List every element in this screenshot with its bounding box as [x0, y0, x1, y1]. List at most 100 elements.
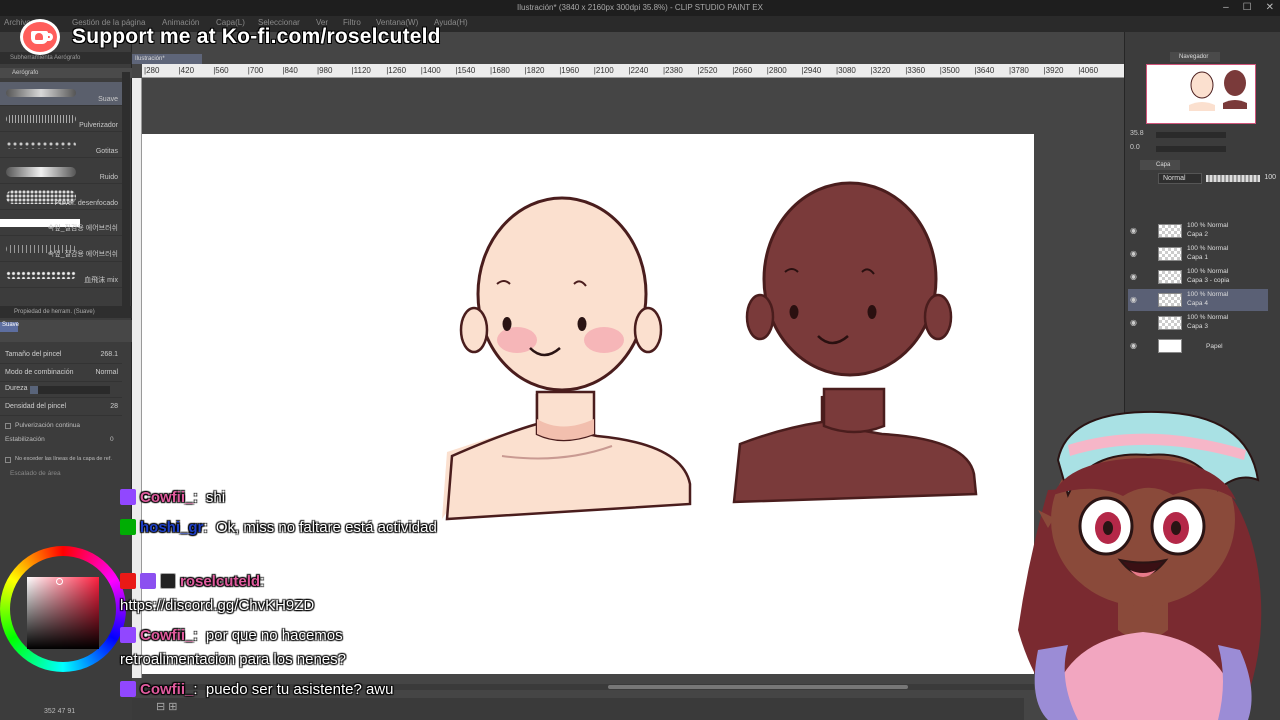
brush-stroke-preview: [6, 141, 76, 149]
tool-property-chip: Suave: [0, 322, 19, 332]
layer-opacity-value[interactable]: 100: [1264, 174, 1276, 181]
layer-row[interactable]: ◉ 100 % Normal Capa 3 - copia: [1128, 266, 1268, 288]
brush-name: Ruido: [99, 174, 118, 181]
ruler-tick-label: |3360: [905, 66, 926, 75]
layer-tab[interactable]: Capa: [1140, 160, 1180, 170]
zoom-row[interactable]: 35.8: [1130, 130, 1275, 140]
layer-name: Capa 3 - copia: [1187, 277, 1230, 284]
eye-icon[interactable]: ◉: [1130, 226, 1137, 235]
zoom-value[interactable]: 35.8: [1130, 130, 1144, 137]
layer-row-selected[interactable]: ◉ 100 % Normal Capa 4: [1128, 289, 1268, 311]
blend-mode-value[interactable]: Normal: [95, 369, 118, 376]
zoom-slider[interactable]: [1156, 132, 1226, 138]
layer-thumbnail: [1158, 316, 1182, 330]
ruler-tick-label: |980: [317, 66, 333, 75]
stabilization-value[interactable]: 0: [110, 436, 114, 443]
layer-row[interactable]: ◉ 100 % Normal Capa 2: [1128, 220, 1268, 242]
chat-message: hoshi_gr: Ok, miss no faltare está activ…: [120, 516, 440, 540]
stabilization-label: Estabilización: [5, 436, 45, 443]
check-badge-icon: [120, 519, 136, 535]
area-scale-row[interactable]: Escalado de área: [0, 468, 122, 482]
brush-name: Pulver. desenfocado: [54, 200, 118, 207]
navigator-tab[interactable]: Navegador: [1170, 52, 1220, 62]
density-value[interactable]: 28: [110, 403, 118, 410]
brush-item[interactable]: Pulverizador: [0, 108, 122, 132]
brush-size-row[interactable]: Tamaño del pincel 268.1: [0, 348, 122, 364]
brush-item[interactable]: Ruido: [0, 160, 122, 184]
brush-item[interactable]: 속잎_질감용 에어브러쉬: [0, 238, 122, 262]
eye-icon[interactable]: ◉: [1130, 249, 1137, 258]
chat-message: Cowfii_: shi: [120, 486, 440, 510]
brush-item[interactable]: Pulver. desenfocado: [0, 186, 122, 210]
maximize-button[interactable]: ☐: [1243, 0, 1252, 16]
chat-username: hoshi_gr: [140, 519, 204, 536]
ruler-tick-label: |700: [247, 66, 264, 75]
continuous-spray-checkbox[interactable]: [5, 423, 11, 429]
ruler-tick-label: |1260: [386, 66, 407, 75]
chat-message: Cowfii_: por que no hacemos retroaliment…: [120, 627, 346, 668]
ruler-tick-label: |2940: [801, 66, 822, 75]
vtuber-avatar: [1008, 400, 1280, 720]
chat-message: roselcuteld: https://discord.gg/ChvKH9ZD: [120, 573, 315, 614]
ruler-tick-label: |3220: [870, 66, 891, 75]
ruler-tick-label: |4060: [1078, 66, 1099, 75]
rotation-row[interactable]: 0.0: [1130, 144, 1275, 154]
broadcaster-badge-icon: [120, 573, 136, 589]
subscriber-badge-icon: [120, 681, 136, 697]
close-button[interactable]: ✕: [1266, 0, 1274, 16]
ruler-tick-label: |3080: [836, 66, 856, 75]
ruler-tick-label: |1960: [559, 66, 580, 75]
ruler-tick-label: |840: [282, 66, 298, 75]
rotation-slider[interactable]: [1156, 146, 1226, 152]
ruler-tick-label: |1820: [524, 66, 545, 75]
navigator-preview-art: [1189, 70, 1247, 111]
document-tab[interactable]: Ilustración*: [132, 54, 202, 64]
layer-row[interactable]: ◉ 100 % Normal Capa 3: [1128, 312, 1268, 334]
continuous-spray-row[interactable]: Pulverización continua: [0, 420, 122, 434]
kofi-text: Support me at Ko-fi.com/roselcuteld: [72, 25, 441, 48]
hardness-fill: [30, 386, 38, 394]
ruler-tick-label: |420: [178, 66, 195, 75]
brush-item[interactable]: 속잎_질감용 에어브러쉬: [0, 212, 122, 236]
brush-stroke-preview: [6, 89, 76, 97]
stabilization-row[interactable]: Estabilización 0: [0, 434, 122, 448]
eye-icon[interactable]: ◉: [1130, 318, 1137, 327]
kofi-cup-icon: [20, 19, 60, 55]
layer-opacity-slider[interactable]: [1206, 175, 1260, 182]
chat-text: puedo ser tu asistente? awu: [205, 681, 394, 698]
layer-name: Capa 3: [1187, 323, 1208, 330]
chat-text: Ok, miss no faltare está actividad: [215, 519, 437, 536]
chat-username: Cowfii_: [140, 681, 194, 698]
density-row[interactable]: Densidad del pincel 28: [0, 400, 122, 416]
brush-item[interactable]: Suave: [0, 82, 122, 106]
navigator-preview[interactable]: [1146, 64, 1256, 124]
ref-layer-label: No exceder las líneas de la capa de ref.: [15, 456, 112, 462]
layer-row[interactable]: ◉ 100 % Normal Capa 1: [1128, 243, 1268, 265]
color-picker-cursor[interactable]: [56, 578, 63, 585]
brush-size-value[interactable]: 268.1: [100, 351, 118, 358]
ref-layer-row[interactable]: No exceder las líneas de la capa de ref.: [0, 454, 122, 468]
ref-layer-checkbox[interactable]: [5, 457, 11, 463]
eye-icon[interactable]: ◉: [1130, 341, 1137, 350]
eye-icon[interactable]: ◉: [1130, 295, 1137, 304]
subscriber-badge-icon: [120, 627, 136, 643]
hardness-slider[interactable]: [30, 386, 110, 394]
rotation-value[interactable]: 0.0: [1130, 144, 1140, 151]
minimize-button[interactable]: –: [1223, 0, 1229, 16]
layer-row[interactable]: ◉ Papel: [1128, 335, 1268, 357]
subtool-group[interactable]: Aerógrafo: [0, 68, 132, 78]
scroll-thumb[interactable]: [608, 685, 908, 689]
window-title: Ilustración* (3840 x 2160px 300dpi 35.8%…: [517, 3, 763, 12]
eye-icon[interactable]: ◉: [1130, 272, 1137, 281]
saturation-value-square[interactable]: [27, 577, 99, 649]
layer-name: Papel: [1206, 343, 1223, 350]
ruler-tick-label: |2800: [766, 66, 787, 75]
app-window: Ilustración* (3840 x 2160px 300dpi 35.8%…: [0, 0, 1280, 720]
blend-mode-row[interactable]: Modo de combinación Normal: [0, 366, 122, 382]
panel-scrollbar[interactable]: [122, 72, 130, 312]
layer-blend-select[interactable]: Normal: [1158, 173, 1202, 184]
layer-mode: 100 % Normal: [1187, 314, 1229, 321]
hardness-row[interactable]: Dureza: [0, 382, 122, 398]
brush-item[interactable]: 血飛沫 mix: [0, 264, 122, 288]
brush-item[interactable]: Gotitas: [0, 134, 122, 158]
